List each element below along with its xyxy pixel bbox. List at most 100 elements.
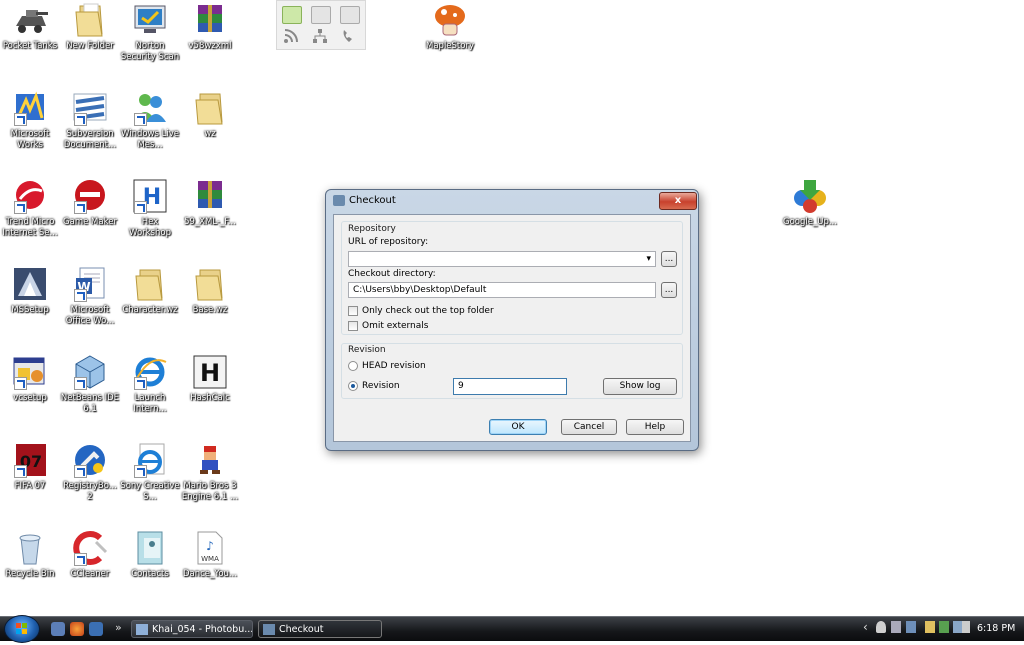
title-bar[interactable]: Checkout x: [326, 190, 698, 212]
desktop-icon-norton[interactable]: Norton Security Scan: [120, 2, 180, 63]
shortcut-arrow-icon: [14, 201, 27, 214]
desktop-icon-maplestory[interactable]: MapleStory: [420, 2, 480, 52]
taskbar-window-checkout[interactable]: Checkout: [258, 620, 382, 638]
chevron-down-icon[interactable]: ▾: [646, 252, 651, 266]
desktop-icon-google-updater[interactable]: Google_Up...: [780, 178, 840, 228]
tray-security-icon[interactable]: [925, 621, 935, 633]
revision-input[interactable]: 9: [453, 378, 567, 395]
tray-battery-icon[interactable]: [939, 621, 949, 633]
icon-label: Launch Intern...: [133, 393, 167, 414]
desktop-icon-windows-live-messenger[interactable]: Windows Live Mes...: [120, 90, 180, 151]
phone-icon[interactable]: [341, 28, 357, 47]
desktop-icon-base-wz[interactable]: Base.wz: [180, 266, 240, 316]
shortcut-arrow-icon: [134, 377, 147, 390]
desktop-icon-wz[interactable]: wz: [180, 90, 240, 140]
revision-label[interactable]: Revision: [362, 381, 400, 391]
volume-icon[interactable]: [962, 621, 970, 633]
desktop-icon-contacts[interactable]: Contacts: [120, 530, 180, 580]
status-led-icon[interactable]: [282, 6, 302, 24]
icon-label: RegistryBo... 2: [63, 481, 117, 502]
checkout-dir-label: Checkout directory:: [348, 269, 436, 279]
recycle-bin-icon: [12, 530, 48, 566]
show-log-button[interactable]: Show log: [603, 378, 677, 395]
desktop-icon-microsoft-works[interactable]: Microsoft Works: [0, 90, 60, 151]
desktop-icon-office-word[interactable]: W Microsoft Office Wo...: [60, 266, 120, 327]
top-folder-label[interactable]: Only check out the top folder: [362, 306, 494, 316]
desktop-icon-registry-booster[interactable]: RegistryBo... 2: [60, 442, 120, 503]
icon-label: Trend Micro Internet Se...: [2, 217, 58, 238]
icon-label: Microsoft Works: [10, 129, 50, 150]
url-combobox[interactable]: ▾: [348, 251, 656, 267]
desktop-icon-pocket-tanks[interactable]: Pocket Tanks: [0, 2, 60, 52]
folder-icon: [72, 2, 108, 38]
omit-externals-label[interactable]: Omit externals: [362, 321, 428, 331]
rss-icon[interactable]: [283, 28, 299, 47]
switch-windows-icon[interactable]: [89, 622, 103, 636]
omit-externals-checkbox[interactable]: [348, 321, 358, 331]
desktop-icon-hex-workshop[interactable]: H Hex Workshop: [120, 178, 180, 239]
tray-cloud-icon[interactable]: [876, 621, 886, 633]
desktop-icon-new-folder[interactable]: New Folder: [60, 2, 120, 52]
revision-radio[interactable]: [348, 381, 358, 391]
network-icon[interactable]: [312, 28, 328, 47]
clock[interactable]: 6:18 PM: [977, 623, 1015, 634]
icon-label: New Folder: [66, 41, 114, 51]
desktop-icon-mario-bros[interactable]: Mario Bros 3 Engine 6.1 ...: [180, 442, 240, 503]
head-revision-label[interactable]: HEAD revision: [362, 361, 426, 371]
checkout-dir-input[interactable]: C:\Users\bby\Desktop\Default: [348, 282, 656, 298]
desktop-icon-recycle-bin[interactable]: Recycle Bin: [0, 530, 60, 580]
tray-expand-icon[interactable]: ‹: [863, 620, 868, 634]
works-icon: [12, 90, 48, 126]
icon-label: Norton Security Scan: [120, 41, 180, 62]
checkout-dialog: Checkout x Repository URL of repository:…: [325, 189, 699, 451]
status-led-icon[interactable]: [311, 6, 331, 24]
desktop-icon-mssetup[interactable]: MSSetup: [0, 266, 60, 316]
tray-monitor-icon[interactable]: [906, 621, 916, 633]
desktop-icon-trend-micro[interactable]: Trend Micro Internet Se...: [0, 178, 60, 239]
desktop-icon-launch-internet[interactable]: Launch Intern...: [120, 354, 180, 415]
desktop-icon-fifa-07[interactable]: 07 FIFA 07: [0, 442, 60, 492]
shortcut-arrow-icon: [134, 201, 147, 214]
maplestory-icon: [432, 2, 468, 38]
desktop-icon-subversion-doc[interactable]: Subversion Document...: [60, 90, 120, 151]
status-led-icon[interactable]: [340, 6, 360, 24]
dir-browse-button[interactable]: ...: [661, 282, 677, 298]
top-folder-checkbox[interactable]: [348, 306, 358, 316]
url-browse-button[interactable]: ...: [661, 251, 677, 267]
folder-icon: [192, 266, 228, 302]
hashcalc-glyph: H: [200, 359, 220, 387]
cancel-button[interactable]: Cancel: [561, 419, 617, 435]
desktop-icon-character-wz[interactable]: Character.wz: [120, 266, 180, 316]
taskbar-window-label: Checkout: [279, 624, 324, 635]
repository-group-label: Repository: [348, 224, 396, 234]
desktop-icon-sony-creative[interactable]: Sony Creative S...: [120, 442, 180, 503]
tray-drive-icon[interactable]: [891, 621, 901, 633]
desktop-icon-ccleaner[interactable]: CCleaner: [60, 530, 120, 580]
network-gadget: [276, 0, 366, 50]
desktop-icon-v58wzxml[interactable]: v58wzxml: [180, 2, 240, 52]
hex-workshop-icon: H: [132, 178, 168, 214]
desktop-icon-game-maker[interactable]: Game Maker: [60, 178, 120, 228]
icon-label: Google_Up...: [783, 217, 837, 227]
taskbar: » Khai_054 - Photobu... Checkout ‹ 6:18 …: [0, 615, 1024, 643]
head-revision-radio[interactable]: [348, 361, 358, 371]
desktop-icon-59-xml[interactable]: 59_XML-_F...: [180, 178, 240, 228]
help-button[interactable]: Help: [626, 419, 684, 435]
icon-label: NetBeans IDE 6.1: [60, 393, 120, 414]
close-button[interactable]: x: [659, 192, 697, 210]
desktop-icon-vcsetup[interactable]: vcsetup: [0, 354, 60, 404]
show-desktop-icon[interactable]: [51, 622, 65, 636]
desktop-icon-dance-you[interactable]: ♪ WMA Dance_You...: [180, 530, 240, 580]
shortcut-arrow-icon: [74, 465, 87, 478]
dialog-body: Repository URL of repository: ▾ ... Chec…: [333, 214, 691, 442]
subversion-doc-icon: [72, 90, 108, 126]
firefox-icon[interactable]: [70, 622, 84, 636]
taskbar-window-photobucket[interactable]: Khai_054 - Photobu...: [131, 620, 253, 638]
desktop-icon-hashcalc[interactable]: H HashCalc: [180, 354, 240, 404]
start-button[interactable]: [4, 615, 40, 643]
ok-button[interactable]: OK: [489, 419, 547, 435]
icon-label: vcsetup: [13, 393, 47, 403]
shortcut-arrow-icon: [74, 377, 87, 390]
desktop-icon-netbeans[interactable]: NetBeans IDE 6.1: [60, 354, 120, 415]
quicklaunch-overflow-icon[interactable]: »: [115, 621, 122, 634]
